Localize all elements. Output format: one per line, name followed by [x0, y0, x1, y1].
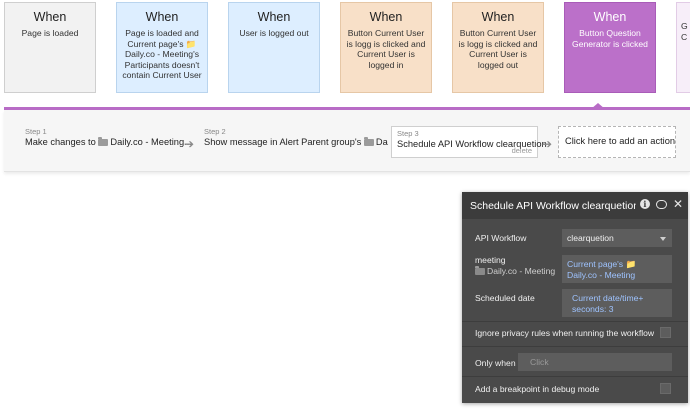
only-when-input[interactable]: Click: [518, 353, 672, 371]
ignore-privacy-checkbox[interactable]: [660, 327, 671, 338]
workflow-step-2[interactable]: Step 2 Show message in Alert Parent grou…: [204, 127, 388, 148]
event-description: Page is loaded: [21, 28, 79, 38]
chevron-down-icon: [660, 237, 666, 241]
event-when-label: When: [33, 10, 67, 24]
event-description: Button Current User is logg is clicked a…: [458, 28, 538, 70]
scheduled-date-label: Scheduled date: [475, 293, 535, 303]
event-card-button-logged-in[interactable]: When Button Current User is logg is clic…: [340, 2, 432, 93]
step-title-prefix: Make changes to: [25, 137, 96, 147]
event-description: Button Question Generator is clicked: [572, 28, 648, 49]
property-editor-panel: Schedule API Workflow clearquetion i ✕ A…: [462, 192, 688, 403]
event-when-label: When: [593, 10, 627, 24]
ignore-privacy-label: Ignore privacy rules when running the wo…: [475, 328, 655, 338]
meeting-param-expression[interactable]: Current page's 📁 Daily.co - Meeting: [562, 255, 672, 283]
folder-icon: [363, 137, 374, 146]
folder-icon: [475, 266, 485, 275]
api-workflow-label: API Workflow: [475, 233, 527, 243]
event-card-page-loaded-participants[interactable]: When Page is loaded and Current page's 📁…: [116, 2, 208, 93]
event-card-partial[interactable]: G an D C: [676, 2, 690, 93]
event-description: Button Current User is logg is clicked a…: [346, 28, 426, 70]
event-card-user-logged-out[interactable]: When User is logged out: [228, 2, 320, 93]
add-action-button[interactable]: Click here to add an action...: [558, 126, 676, 158]
event-when-label: When: [369, 10, 403, 24]
event-when-label: When: [481, 10, 515, 24]
event-description: G an D C: [681, 21, 690, 42]
workflow-step-3[interactable]: Step 3 Schedule API Workflow clearquetio…: [391, 126, 547, 158]
meeting-param-label: meeting: [475, 255, 506, 265]
step-number: Step 2: [204, 127, 226, 136]
workflow-steps-bar: Step 1 Make changes to Daily.co - Meetin…: [4, 110, 690, 172]
event-card-page-loaded[interactable]: When Page is loaded: [4, 2, 96, 93]
arrow-right-icon: ➔: [542, 137, 553, 151]
event-description: User is logged out: [239, 28, 309, 38]
workflow-step-1[interactable]: Step 1 Make changes to Daily.co - Meetin…: [25, 127, 192, 148]
scheduled-date-expression[interactable]: Current date/time+ seconds: 3: [562, 289, 672, 317]
arrow-right-icon: ➔: [184, 137, 195, 151]
step-number: Step 3: [397, 129, 419, 138]
only-when-label: Only when: [475, 358, 516, 368]
step-title: Da: [375, 137, 388, 147]
delete-step-link[interactable]: delete: [512, 146, 532, 155]
api-workflow-dropdown[interactable]: clearquetion: [562, 229, 672, 247]
meeting-param-type: Daily.co - Meeting: [487, 266, 556, 276]
event-description: Page is loaded and Current page's 📁 Dail…: [122, 28, 202, 80]
step-number: Step 1: [25, 127, 47, 136]
api-workflow-value: clearquetion: [567, 233, 614, 243]
step-title-prefix: Show message in Alert Parent group's: [204, 137, 362, 147]
panel-header[interactable]: Schedule API Workflow clearquetion i ✕: [462, 192, 688, 219]
event-when-label: When: [145, 10, 179, 24]
breakpoint-checkbox[interactable]: [660, 383, 671, 394]
close-icon[interactable]: ✕: [673, 198, 683, 210]
panel-title: Schedule API Workflow clearquetion: [470, 200, 640, 212]
event-card-button-logged-out[interactable]: When Button Current User is logg is clic…: [452, 2, 544, 93]
event-card-question-generator[interactable]: When Button Question Generator is clicke…: [564, 2, 656, 93]
event-cards-row: When Page is loaded When Page is loaded …: [0, 0, 690, 96]
event-when-label: When: [257, 10, 291, 24]
comment-icon[interactable]: [655, 199, 667, 209]
folder-icon: [98, 137, 109, 146]
info-icon[interactable]: i: [639, 199, 650, 209]
step-title: Daily.co - Meeting...: [110, 137, 192, 147]
breakpoint-label: Add a breakpoint in debug mode: [475, 384, 600, 394]
